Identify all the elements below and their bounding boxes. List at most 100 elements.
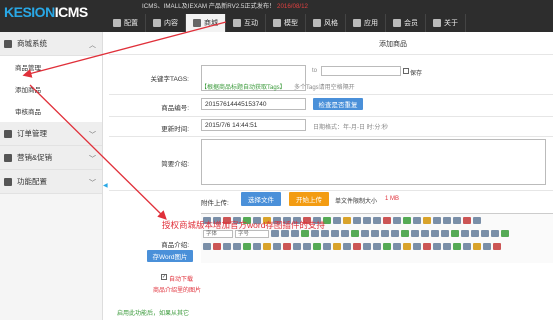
editor-tool-icon[interactable] [483, 243, 491, 250]
auto-tags-link[interactable]: 【根据商品标题自动获取Tags】 [201, 82, 286, 91]
intro-textarea[interactable] [201, 139, 546, 185]
editor-tool-icon[interactable] [213, 243, 221, 250]
editor-tool-icon[interactable] [363, 217, 371, 224]
editor-tool-icon[interactable] [323, 243, 331, 250]
editor-tool-icon[interactable] [463, 243, 471, 250]
nav-tab-3[interactable]: 互动 [226, 14, 266, 32]
editor-tool-icon[interactable] [343, 217, 351, 224]
sidebar-group-orders[interactable]: 订单管理 ﹀ [0, 122, 102, 146]
editor-tool-icon[interactable] [383, 243, 391, 250]
editor-tool-icon[interactable] [473, 217, 481, 224]
editor-tool-icon[interactable] [341, 230, 349, 237]
editor-tool-icon[interactable] [271, 230, 279, 237]
editor-tool-icon[interactable] [301, 230, 309, 237]
auto-download-checkbox[interactable]: ✓ [161, 274, 167, 280]
editor-tool-icon[interactable] [361, 230, 369, 237]
editor-tool-icon[interactable] [453, 243, 461, 250]
select-file-button[interactable]: 选择文件 [241, 192, 281, 206]
editor-tool-icon[interactable] [461, 230, 469, 237]
editor-tool-icon[interactable] [463, 217, 471, 224]
check-duplicate-button[interactable]: 检查是否重复 [313, 98, 363, 110]
editor-tool-icon[interactable] [291, 230, 299, 237]
editor-tool-icon[interactable] [393, 243, 401, 250]
editor-tool-icon[interactable] [333, 217, 341, 224]
editor-tool-icon[interactable] [453, 217, 461, 224]
editor-tool-icon[interactable] [413, 217, 421, 224]
product-no-input[interactable]: 20157614445153740 [201, 98, 306, 110]
editor-tool-icon[interactable] [353, 243, 361, 250]
editor-tool-icon[interactable] [401, 230, 409, 237]
editor-tool-icon[interactable] [393, 217, 401, 224]
editor-tool-icon[interactable] [381, 230, 389, 237]
nav-tab-1[interactable]: 内容 [146, 14, 186, 32]
nav-tab-2[interactable]: 商城 [186, 14, 226, 32]
toolbar-row-3 [201, 240, 553, 253]
editor-tool-icon[interactable] [363, 243, 371, 250]
editor-tool-icon[interactable] [433, 217, 441, 224]
chat-icon [233, 19, 241, 27]
editor-tool-icon[interactable] [333, 243, 341, 250]
editor-tool-icon[interactable] [283, 243, 291, 250]
editor-tool-icon[interactable] [321, 230, 329, 237]
editor-tool-icon[interactable] [373, 243, 381, 250]
editor-tool-icon[interactable] [431, 230, 439, 237]
editor-tool-icon[interactable] [413, 243, 421, 250]
editor-tool-icon[interactable] [253, 243, 261, 250]
start-upload-button[interactable]: 开始上传 [289, 192, 329, 206]
editor-tool-icon[interactable] [403, 243, 411, 250]
editor-tool-icon[interactable] [493, 243, 501, 250]
sidebar-group-marketing[interactable]: 营销&促销 ﹀ [0, 146, 102, 170]
editor-tool-icon[interactable] [423, 217, 431, 224]
editor-tool-icon[interactable] [311, 230, 319, 237]
editor-tool-icon[interactable] [371, 230, 379, 237]
main-form: 添加商品 关键字TAGS: to 保存 【根据商品标题自动获取Tags】 多个T… [109, 32, 553, 320]
nav-tab-6[interactable]: 应用 [346, 14, 386, 32]
editor-tool-icon[interactable] [223, 243, 231, 250]
sidebar-item-review-product[interactable]: 审核商品 [0, 100, 102, 122]
editor-tool-icon[interactable] [411, 230, 419, 237]
sidebar-group-settings[interactable]: 功能配置 ﹀ [0, 170, 102, 194]
editor-tool-icon[interactable] [353, 217, 361, 224]
keywords-select[interactable] [321, 66, 401, 76]
editor-tool-icon[interactable] [391, 230, 399, 237]
editor-tool-icon[interactable] [203, 243, 211, 250]
sidebar-section-shop-system[interactable]: 商城系统 ︿ [0, 32, 102, 56]
notice-bar[interactable]: ICMS、IMALL及IEXAM 产品新RV2.5正式发布！ 2016/08/1… [142, 1, 308, 10]
editor-tool-icon[interactable] [233, 243, 241, 250]
save-checkbox[interactable] [403, 68, 409, 74]
editor-tool-icon[interactable] [433, 243, 441, 250]
editor-tool-icon[interactable] [351, 230, 359, 237]
editor-tool-icon[interactable] [501, 230, 509, 237]
save-word-images-button[interactable]: 存Word图片 [147, 250, 193, 262]
editor-tool-icon[interactable] [343, 243, 351, 250]
editor-tool-icon[interactable] [451, 230, 459, 237]
editor-tool-icon[interactable] [491, 230, 499, 237]
nav-tab-7[interactable]: 会员 [386, 14, 426, 32]
nav-tab-5[interactable]: 风格 [306, 14, 346, 32]
editor-tool-icon[interactable] [443, 217, 451, 224]
editor-tool-icon[interactable] [383, 217, 391, 224]
nav-tab-4[interactable]: 模型 [266, 14, 306, 32]
nav-tab-8[interactable]: 关于 [426, 14, 466, 32]
nav-tab-0[interactable]: 配置 [106, 14, 146, 32]
editor-tool-icon[interactable] [281, 230, 289, 237]
update-time-input[interactable]: 2015/7/6 14:44:51 [201, 119, 306, 131]
editor-tool-icon[interactable] [243, 243, 251, 250]
editor-tool-icon[interactable] [421, 230, 429, 237]
sidebar-item-add-product[interactable]: 添加商品 [0, 78, 102, 100]
sidebar-item-product-management[interactable]: 商品管理 [0, 56, 102, 78]
editor-tool-icon[interactable] [471, 230, 479, 237]
editor-tool-icon[interactable] [303, 243, 311, 250]
editor-tool-icon[interactable] [293, 243, 301, 250]
editor-tool-icon[interactable] [313, 243, 321, 250]
editor-tool-icon[interactable] [263, 243, 271, 250]
editor-tool-icon[interactable] [443, 243, 451, 250]
editor-tool-icon[interactable] [423, 243, 431, 250]
editor-tool-icon[interactable] [331, 230, 339, 237]
editor-tool-icon[interactable] [373, 217, 381, 224]
editor-tool-icon[interactable] [481, 230, 489, 237]
editor-tool-icon[interactable] [441, 230, 449, 237]
editor-tool-icon[interactable] [473, 243, 481, 250]
editor-tool-icon[interactable] [273, 243, 281, 250]
editor-tool-icon[interactable] [403, 217, 411, 224]
